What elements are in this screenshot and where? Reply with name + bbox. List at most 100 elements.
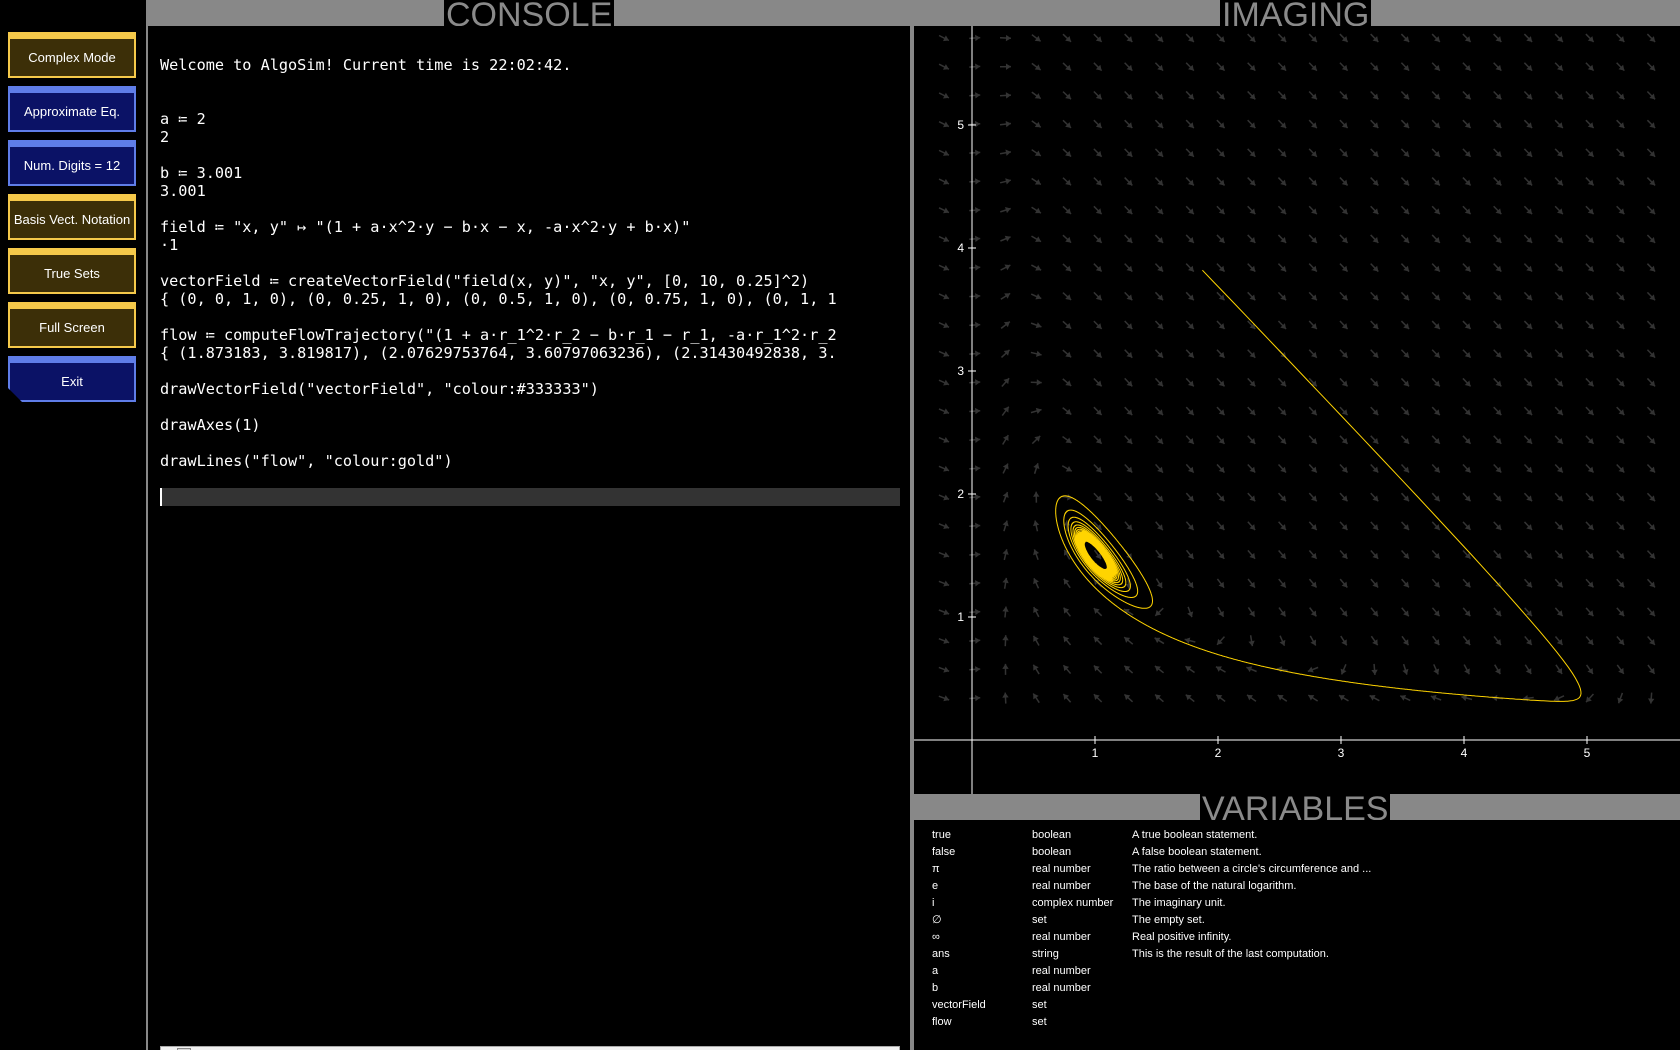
console-line: { (0, 0, 1, 0), (0, 0.25, 1, 0), (0, 0.5… bbox=[160, 290, 837, 308]
variable-description: A true boolean statement. bbox=[1132, 829, 1258, 841]
variable-type: real number bbox=[1032, 965, 1091, 977]
console-input[interactable] bbox=[160, 488, 900, 506]
field-arrow-head bbox=[975, 321, 981, 329]
sidebar: Complex Mode Approximate Eq. Num. Digits… bbox=[0, 0, 146, 1050]
exit-button[interactable]: Exit bbox=[8, 356, 136, 402]
variable-type: real number bbox=[1032, 931, 1091, 943]
field-arrow-head bbox=[1033, 520, 1040, 527]
x-tick-label: 2 bbox=[1215, 746, 1222, 760]
console-line: field ≔ "x, y" ↦ "(1 + a·x^2·y − b·x − x… bbox=[160, 218, 691, 236]
console-line: a ≔ 2 bbox=[160, 110, 206, 128]
field-arrow-head bbox=[975, 608, 981, 616]
field-arrow-head bbox=[975, 465, 981, 472]
console-line: { (1.873183, 3.819817), (2.07629753764, … bbox=[160, 344, 837, 362]
field-arrow-head bbox=[1002, 635, 1009, 641]
imaging-title: IMAGING bbox=[1220, 0, 1372, 26]
field-arrow-head bbox=[1005, 63, 1011, 70]
y-tick-label: 2 bbox=[957, 487, 964, 501]
field-arrow-head bbox=[975, 63, 981, 70]
field-arrow-head bbox=[975, 206, 981, 214]
variable-name: true bbox=[932, 829, 951, 841]
console-line: 3.001 bbox=[160, 182, 206, 200]
variable-name: b bbox=[932, 982, 939, 994]
field-arrow-head bbox=[975, 493, 981, 501]
field-arrow-head bbox=[975, 694, 981, 702]
tick-labels: 1 2 3 4 5 1 2 3 4 5 bbox=[957, 118, 1590, 760]
field-arrow-head bbox=[1036, 379, 1042, 386]
x-tick-label: 1 bbox=[1092, 746, 1099, 760]
variable-name: vectorField bbox=[932, 999, 986, 1011]
field-arrow-head bbox=[975, 120, 981, 128]
console-title: CONSOLE bbox=[444, 0, 615, 26]
console-panel[interactable]: Welcome to AlgoSim! Current time is 22:0… bbox=[148, 26, 910, 1050]
console-line-welcome: Welcome to AlgoSim! Current time is 22:0… bbox=[160, 56, 572, 74]
x-tick-label: 5 bbox=[1584, 746, 1591, 760]
variable-type: boolean bbox=[1032, 846, 1072, 858]
field-arrow-head bbox=[975, 235, 981, 243]
axes bbox=[914, 26, 1680, 794]
y-tick-label: 1 bbox=[957, 610, 964, 624]
console-line: ·1 bbox=[160, 236, 179, 254]
console-line: drawAxes(1) bbox=[160, 416, 261, 434]
field-arrow-head bbox=[975, 379, 981, 386]
variable-type: real number bbox=[1032, 863, 1091, 875]
console-line: drawLines("flow", "colour:gold") bbox=[160, 452, 453, 470]
field-arrow-head bbox=[1648, 698, 1655, 704]
field-arrow-head bbox=[1522, 694, 1529, 702]
field-arrow-head bbox=[1371, 669, 1378, 675]
variable-name: false bbox=[932, 846, 956, 858]
field-arrow-head bbox=[1002, 549, 1009, 555]
basis-vect-notation-button[interactable]: Basis Vect. Notation bbox=[8, 194, 136, 240]
num-digits-button[interactable]: Num. Digits = 12 bbox=[8, 140, 136, 186]
variable-description: The ratio between a circle's circumferen… bbox=[1132, 863, 1372, 875]
variable-name: a bbox=[932, 965, 939, 977]
variable-name: π bbox=[932, 863, 940, 875]
field-arrow-head bbox=[1005, 178, 1011, 185]
x-tick-label: 4 bbox=[1461, 746, 1468, 760]
variable-type: set bbox=[1032, 914, 1047, 926]
console-line: b ≔ 3.001 bbox=[160, 164, 243, 182]
field-arrow-head bbox=[1005, 92, 1011, 99]
flow-trajectory bbox=[1055, 269, 1582, 702]
field-arrow-head bbox=[975, 34, 981, 42]
top-bar bbox=[0, 0, 1680, 26]
field-arrow-head bbox=[975, 293, 981, 300]
variable-name: ∞ bbox=[932, 931, 940, 943]
imaging-panel[interactable]: 1 2 3 4 5 1 2 3 4 5 bbox=[914, 26, 1680, 794]
complex-mode-button[interactable]: Complex Mode bbox=[8, 32, 136, 78]
field-arrow-head bbox=[975, 407, 981, 415]
variable-name: e bbox=[932, 880, 939, 892]
field-arrow-head bbox=[1034, 64, 1041, 70]
field-arrow-head bbox=[1002, 692, 1009, 698]
x-tick-label: 3 bbox=[1338, 746, 1345, 760]
full-screen-button[interactable]: Full Screen bbox=[8, 302, 136, 348]
variable-type: set bbox=[1032, 1016, 1047, 1028]
console-line: 2 bbox=[160, 128, 170, 146]
true-sets-button[interactable]: True Sets bbox=[8, 248, 136, 294]
variable-name: ans bbox=[932, 948, 950, 960]
console-line: drawVectorField("vectorField", "colour:#… bbox=[160, 380, 599, 398]
vector-field-plot[interactable]: 1 2 3 4 5 1 2 3 4 5 bbox=[914, 26, 1680, 794]
variable-name: flow bbox=[932, 1016, 952, 1028]
field-arrow-head bbox=[975, 637, 981, 644]
approximate-eq-button[interactable]: Approximate Eq. bbox=[8, 86, 136, 132]
field-arrow-head bbox=[975, 580, 981, 587]
field-arrow-head bbox=[975, 551, 981, 558]
field-arrow-head bbox=[975, 436, 981, 443]
field-arrow-head bbox=[975, 92, 981, 99]
variable-name: ∅ bbox=[932, 914, 942, 926]
variable-type: string bbox=[1032, 948, 1059, 960]
y-tick-label: 4 bbox=[957, 241, 964, 255]
variable-description: This is the result of the last computati… bbox=[1132, 948, 1329, 960]
y-tick-label: 3 bbox=[957, 364, 964, 378]
variable-type: set bbox=[1032, 999, 1047, 1011]
console-horizontal-scrollbar[interactable]: ◀ ▶ bbox=[160, 1046, 900, 1050]
variable-type: boolean bbox=[1032, 829, 1072, 841]
field-arrow-head bbox=[975, 264, 981, 271]
field-arrow-head bbox=[1461, 694, 1468, 702]
variable-description: The imaginary unit. bbox=[1132, 897, 1226, 909]
variable-type: real number bbox=[1032, 982, 1091, 994]
field-arrow-head bbox=[975, 666, 981, 673]
field-arrow-head bbox=[1036, 350, 1042, 357]
field-arrow-head bbox=[1002, 663, 1009, 669]
